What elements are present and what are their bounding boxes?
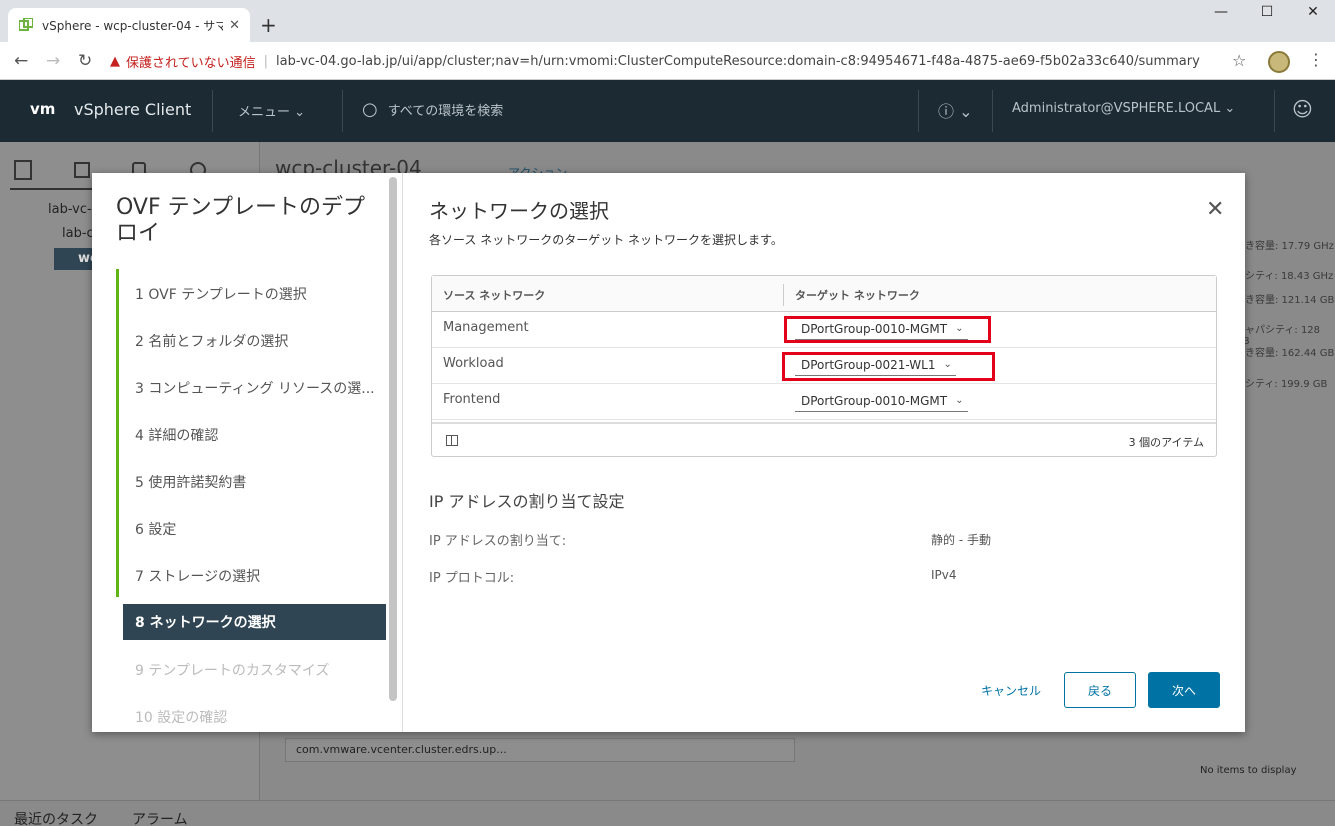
- table-row: Frontend DPortGroup-0010-MGMT ⌄: [432, 384, 1216, 420]
- wizard-step-6[interactable]: 6 設定: [123, 511, 386, 547]
- vsphere-header: vm vSphere Client メニュー ⌄ ○ すべての環境を検索 ⓘ ⌄…: [0, 80, 1335, 142]
- wizard-content: ネットワークの選択 ✕ 各ソース ネットワークのターゲット ネットワークを選択し…: [403, 173, 1245, 732]
- recent-tasks-tab[interactable]: 最近のタスク: [14, 809, 98, 826]
- metric-text: 空き容量: 121.14 GB: [1235, 295, 1335, 306]
- omnibox-separator: |: [263, 53, 269, 69]
- wizard-nav-scrollbar[interactable]: [389, 177, 397, 701]
- header-divider: [992, 90, 993, 132]
- wizard-step-1[interactable]: 1 OVF テンプレートの選択: [123, 276, 386, 312]
- vsphere-favicon-icon: [18, 17, 34, 33]
- chevron-down-icon: ⌄: [955, 395, 964, 406]
- wizard-step-10: 10 設定の確認: [135, 710, 228, 726]
- wizard-step-2[interactable]: 2 名前とフォルダの選択: [123, 323, 386, 359]
- metric-text: パシティ: 18.43 GHz: [1235, 271, 1334, 282]
- tab-title: vSphere - wcp-cluster-04 - サマリ: [42, 18, 224, 33]
- user-menu-button[interactable]: Administrator@VSPHERE.LOCAL ⌄: [1012, 101, 1235, 116]
- back-arrow-icon[interactable]: ←: [14, 51, 28, 71]
- header-divider: [342, 90, 343, 132]
- header-divider: [1274, 90, 1275, 132]
- wizard-step-8[interactable]: 8 ネットワークの選択: [123, 604, 386, 640]
- target-network-select[interactable]: DPortGroup-0010-MGMT ⌄: [795, 390, 968, 412]
- bookmark-star-icon[interactable]: ☆: [1232, 51, 1246, 70]
- ip-section-title: IP アドレスの割り当て設定: [429, 492, 625, 511]
- main-menu-button[interactable]: メニュー ⌄: [238, 101, 305, 120]
- metric-text: 空き容量: 17.79 GHz: [1235, 241, 1334, 252]
- header-divider: [918, 90, 919, 132]
- ip-allocation-value: 静的 - 手動: [931, 533, 991, 547]
- help-menu-button[interactable]: ⓘ ⌄: [938, 98, 973, 122]
- cancel-button[interactable]: キャンセル: [977, 672, 1045, 708]
- ip-protocol-value: IPv4: [931, 568, 957, 582]
- bottom-panel-bar: 最近のタスク アラーム: [0, 800, 1335, 826]
- wizard-title: OVF テンプレートのデプロイ: [116, 195, 365, 246]
- select-value: DPortGroup-0010-MGMT: [801, 393, 948, 408]
- deploy-ovf-wizard: OVF テンプレートのデプロイ 1 OVF テンプレートの選択 2 名前とフォル…: [92, 173, 1245, 732]
- window-close-button[interactable]: ✕: [1290, 4, 1335, 20]
- browser-tab[interactable]: vSphere - wcp-cluster-04 - サマリ ✕: [8, 8, 250, 42]
- source-network: Management: [443, 320, 529, 335]
- page-subtitle: 各ソース ネットワークのターゲット ネットワークを選択します。: [429, 233, 783, 247]
- highlight-box: [784, 316, 991, 343]
- browser-titlebar: vSphere - wcp-cluster-04 - サマリ ✕ + — ☐ ✕: [0, 0, 1335, 42]
- next-button[interactable]: 次へ: [1148, 672, 1220, 708]
- column-header-target: ターゲット ネットワーク: [795, 289, 920, 302]
- insecure-label: 保護されていない通信: [126, 55, 256, 71]
- wizard-step-5[interactable]: 5 使用許諾契約書: [123, 464, 386, 500]
- address-bar[interactable]: ▲ 保護されていない通信 | lab-vc-04.go-lab.jp/ui/ap…: [110, 48, 1260, 74]
- page-title: ネットワークの選択: [429, 199, 609, 223]
- wizard-progress-bar: [116, 269, 119, 597]
- ip-allocation-label: IP アドレスの割り当て:: [429, 534, 567, 549]
- source-network: Frontend: [443, 392, 501, 407]
- vm-logo: vm: [30, 100, 56, 118]
- search-placeholder: すべての環境を検索: [387, 104, 504, 119]
- metric-text: パシティ: 199.9 GB: [1235, 379, 1328, 390]
- feedback-icon[interactable]: ☺: [1292, 97, 1313, 121]
- close-icon[interactable]: ✕: [1206, 197, 1224, 222]
- hosts-clusters-icon: [14, 160, 32, 180]
- grid-header: ソース ネットワーク ターゲット ネットワーク: [432, 276, 1216, 312]
- ip-protocol-label: IP プロトコル:: [429, 571, 515, 586]
- tab-close-icon[interactable]: ✕: [229, 18, 240, 33]
- wizard-step-9: 9 テンプレートのカスタマイズ: [135, 663, 330, 679]
- table-row: Workload DPortGroup-0021-WL1 ⌄: [432, 348, 1216, 384]
- tree-item-datacenter[interactable]: lab-c: [62, 226, 94, 241]
- vms-templates-icon: [74, 162, 90, 178]
- maximize-button[interactable]: ☐: [1244, 4, 1290, 20]
- source-network: Workload: [443, 356, 504, 371]
- minimize-button[interactable]: —: [1198, 4, 1244, 20]
- wizard-step-7[interactable]: 7 ストレージの選択: [123, 558, 386, 594]
- alarms-tab[interactable]: アラーム: [132, 809, 188, 826]
- wizard-step-nav: OVF テンプレートのデプロイ 1 OVF テンプレートの選択 2 名前とフォル…: [92, 173, 403, 732]
- wizard-step-3[interactable]: 3 コンピューティング リソースの選...: [123, 370, 386, 406]
- column-divider[interactable]: [783, 284, 784, 306]
- browser-toolbar: ← → ↻ ▲ 保護されていない通信 | lab-vc-04.go-lab.jp…: [0, 42, 1335, 80]
- highlight-box: [782, 352, 995, 381]
- tree-item-cluster[interactable]: wc: [54, 248, 98, 270]
- grid-footer: 3 個のアイテム: [432, 422, 1216, 456]
- global-search[interactable]: ○ すべての環境を検索: [362, 99, 503, 120]
- network-mapping-grid: ソース ネットワーク ターゲット ネットワーク Management DPort…: [431, 275, 1217, 457]
- metric-text: 空き容量: 162.44 GB: [1235, 348, 1335, 359]
- forward-arrow-icon[interactable]: →: [46, 51, 60, 71]
- browser-menu-icon[interactable]: ⋮: [1308, 50, 1324, 69]
- background-list-row: com.vmware.vcenter.cluster.edrs.up...: [285, 738, 795, 762]
- item-count: 3 個のアイテム: [1128, 436, 1204, 449]
- back-button[interactable]: 戻る: [1064, 672, 1136, 708]
- url-text: lab-vc-04.go-lab.jp/ui/app/cluster;nav=h…: [276, 53, 1200, 69]
- new-tab-button[interactable]: +: [260, 13, 277, 37]
- table-row: Management DPortGroup-0010-MGMT ⌄: [432, 312, 1216, 348]
- search-icon: ○: [362, 99, 378, 120]
- app-title: vSphere Client: [74, 100, 192, 119]
- reload-icon[interactable]: ↻: [78, 51, 92, 71]
- column-header-source: ソース ネットワーク: [443, 289, 546, 302]
- no-items-text: No items to display: [1200, 765, 1297, 776]
- profile-avatar[interactable]: [1268, 51, 1290, 73]
- header-divider: [212, 90, 213, 132]
- wizard-step-4[interactable]: 4 詳細の確認: [123, 417, 386, 453]
- column-toggle-icon[interactable]: [446, 435, 458, 446]
- warning-icon: ▲: [110, 53, 120, 69]
